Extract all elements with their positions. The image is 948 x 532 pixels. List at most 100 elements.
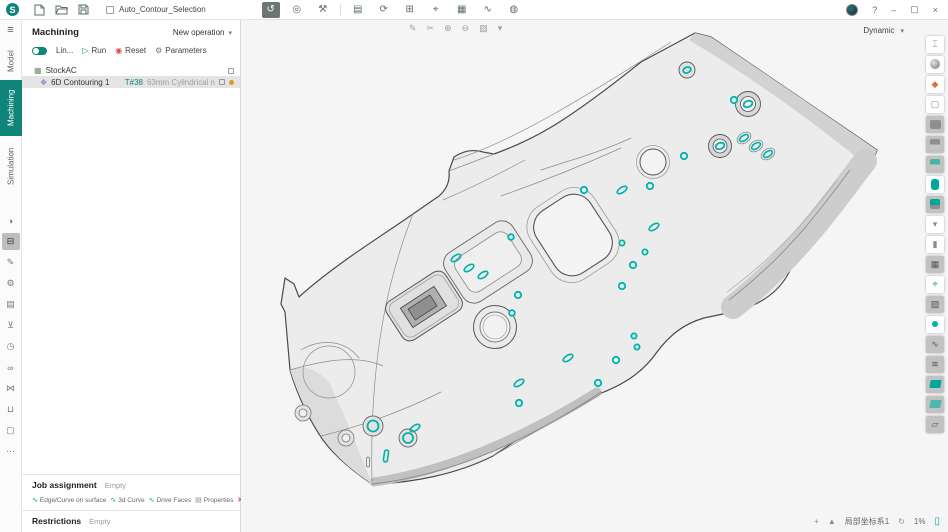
- add-csys-icon[interactable]: +: [814, 517, 819, 526]
- stock-part-icon: [930, 199, 940, 209]
- tool-id: T#38: [125, 78, 143, 87]
- fixture-visibility-button[interactable]: ⌶: [926, 36, 944, 53]
- link-toggle[interactable]: [32, 47, 47, 55]
- tool-library-button[interactable]: ⊞: [401, 2, 419, 18]
- robot-setup-button[interactable]: ⌖: [427, 2, 445, 18]
- left-rail: ≡ Model Machining Simulation ◑ ⊟ ✎ ⚙ ▤ ⊻…: [0, 20, 22, 532]
- dial-icon[interactable]: ◷: [2, 338, 20, 355]
- link-icon[interactable]: ∞: [2, 359, 20, 376]
- part-visibility-button[interactable]: [926, 176, 944, 193]
- orbit-mode-button[interactable]: ↺: [262, 2, 280, 18]
- minimize-button[interactable]: –: [891, 5, 896, 15]
- user-avatar[interactable]: [846, 4, 858, 16]
- save-button[interactable]: [75, 3, 91, 17]
- trim-curve-icon[interactable]: ✂: [427, 23, 435, 34]
- tool-visibility-button[interactable]: ◆: [926, 76, 944, 93]
- blank-square-icon[interactable]: ▢: [2, 422, 20, 439]
- add-point-icon[interactable]: ⊕: [444, 23, 452, 34]
- points-display-button[interactable]: [926, 316, 944, 333]
- machine-table-button[interactable]: ▦: [453, 2, 471, 18]
- new-file-button[interactable]: [31, 3, 47, 17]
- 3d-curve-button[interactable]: ∿ 3d Curve: [110, 496, 144, 504]
- frame-select-icon[interactable]: ▯: [934, 516, 940, 527]
- settings-gear-icon[interactable]: ⚙: [2, 275, 20, 292]
- gcode-icon[interactable]: ⋈: [2, 380, 20, 397]
- parameters-button[interactable]: ⚙ Parameters: [155, 46, 207, 55]
- chevron-down-icon[interactable]: ▾: [498, 23, 503, 34]
- stock-view-2-button[interactable]: [926, 136, 944, 153]
- link-toggle-label: Lin...: [56, 46, 73, 55]
- tree-row-operation[interactable]: ❖ 6D Contouring 1 T#38 63mm Cylindrical …: [22, 76, 240, 88]
- viewport-statusbar: + ▲ 局部坐标系1 ↻ 1% ▯: [814, 516, 940, 527]
- regenerate-button[interactable]: ⟳: [375, 2, 393, 18]
- curves-display-button[interactable]: ∿: [926, 336, 944, 353]
- restore-button[interactable]: ▢: [910, 4, 919, 15]
- stock-view-3-button[interactable]: [926, 156, 944, 173]
- window-controls: ? – ▢ ×: [846, 4, 948, 16]
- drive-faces-button[interactable]: ∿ Drive Faces: [149, 496, 192, 504]
- part-on-stock-button[interactable]: [926, 196, 944, 213]
- help-button[interactable]: ?: [872, 5, 877, 15]
- machine-visibility-button[interactable]: ▦: [926, 256, 944, 273]
- remove-point-icon[interactable]: ⊖: [462, 23, 470, 34]
- measure-button[interactable]: ⚒: [314, 2, 332, 18]
- project-tab-icon: [106, 6, 114, 14]
- open-file-button[interactable]: [53, 3, 69, 17]
- shaded-view-button[interactable]: [926, 56, 944, 73]
- cylinder-icon: [931, 179, 939, 190]
- stock-checkbox[interactable]: [228, 68, 234, 74]
- edge-curve-on-surface-button[interactable]: ∿ Edge/Curve on surface: [32, 496, 106, 504]
- stock-view-1-button[interactable]: [926, 116, 944, 133]
- new-operation-dropdown[interactable]: New operation ▾: [173, 28, 232, 37]
- tool-shank-button[interactable]: ▮: [926, 236, 944, 253]
- title-bar: S Auto_Contour_Selection ↺ ◎ ⚒ ▤ ⟳ ⊞ ⌖ ▦…: [0, 0, 948, 20]
- tab-machining[interactable]: Machining: [0, 80, 22, 136]
- rotary-setup-button[interactable]: ◎: [288, 2, 306, 18]
- reset-button[interactable]: ◉ Reset: [115, 46, 146, 55]
- coordinate-doc-button[interactable]: ▤: [349, 2, 367, 18]
- view-mode-dropdown[interactable]: Dynamic ▾: [863, 26, 904, 35]
- probe-icon[interactable]: ✎: [2, 254, 20, 271]
- properties-button[interactable]: ▤ Properties: [195, 496, 233, 504]
- workpiece-stack-icon[interactable]: ▤: [2, 296, 20, 313]
- waves-display-button[interactable]: ≋: [926, 356, 944, 373]
- tool-icon[interactable]: ⊻: [2, 317, 20, 334]
- chevron-down-icon: ▾: [228, 29, 232, 37]
- rotate-view-icon[interactable]: ↻: [898, 517, 905, 526]
- main-toolbar: ↺ ◎ ⚒ ▤ ⟳ ⊞ ⌖ ▦ ∿ ◍: [258, 2, 527, 18]
- stock-icon: [930, 120, 941, 129]
- surface-display-2-button[interactable]: [926, 396, 944, 413]
- wireframe-view-button[interactable]: ▢: [926, 96, 944, 113]
- tab-model[interactable]: Model: [0, 42, 22, 80]
- curve-icon: ∿: [32, 496, 38, 504]
- 3d-viewport[interactable]: ✎ ✂ ⊕ ⊖ ▨ ▾ Dynamic ▾: [241, 20, 948, 532]
- graph-button[interactable]: ∿: [479, 2, 497, 18]
- operation-checkbox[interactable]: [219, 79, 225, 85]
- robot-visibility-button[interactable]: ⌖: [926, 276, 944, 293]
- hatch-display-button[interactable]: ▨: [926, 296, 944, 313]
- web-resources-button[interactable]: ◍: [505, 2, 523, 18]
- close-button[interactable]: ×: [933, 5, 938, 15]
- rail-icon-stack: ◑ ⊟ ✎ ⚙ ▤ ⊻ ◷ ∞ ⋈ ⊔ ▢ ⋯: [2, 210, 20, 462]
- machine-bed-icon[interactable]: ⊔: [2, 401, 20, 418]
- 3d-model-canvas[interactable]: [241, 20, 948, 532]
- more-icon[interactable]: ⋯: [2, 443, 20, 460]
- run-button[interactable]: ▷ Run: [82, 46, 106, 55]
- operation-controls: Lin... ▷ Run ◉ Reset ⚙ Parameters: [22, 42, 240, 61]
- tree-row-stock[interactable]: ▦ StockAC: [22, 65, 240, 76]
- draw-curve-icon[interactable]: ✎: [409, 23, 417, 34]
- tab-simulation[interactable]: Simulation: [0, 136, 22, 196]
- holder-visibility-button[interactable]: ▾: [926, 216, 944, 233]
- project-tab-title[interactable]: Auto_Contour_Selection: [119, 5, 206, 14]
- coordinate-system-label[interactable]: 局部坐标系1: [845, 516, 889, 527]
- machine-panel-icon[interactable]: ⊟: [2, 233, 20, 250]
- surface-display-1-button[interactable]: [926, 376, 944, 393]
- menu-icon[interactable]: ≡: [7, 20, 13, 42]
- quadrant-view-icon[interactable]: ◑: [2, 212, 20, 229]
- app-window: S Auto_Contour_Selection ↺ ◎ ⚒ ▤ ⟳ ⊞ ⌖ ▦…: [0, 0, 948, 532]
- operation-icon: ❖: [40, 78, 47, 87]
- zoom-level[interactable]: 1%: [914, 517, 926, 526]
- surface-display-3-button[interactable]: ▱: [926, 416, 944, 433]
- app-logo-icon: S: [6, 3, 19, 16]
- brush-select-icon[interactable]: ▨: [479, 23, 488, 34]
